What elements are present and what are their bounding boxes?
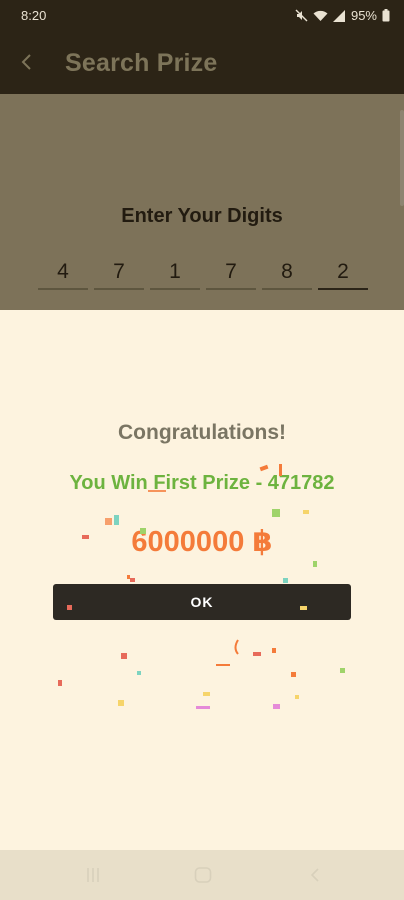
dialog-title: Congratulations! [118,421,286,444]
digit-field-6[interactable]: 2 [318,260,368,290]
recents-icon[interactable] [86,867,102,888]
prize-dialog: Congratulations! You Win First Prize - 4… [0,310,404,850]
digit-field-2[interactable]: 7 [94,260,144,290]
status-icons: 95% [295,8,390,23]
scrollbar[interactable] [400,110,404,206]
ok-button[interactable]: OK [53,584,351,620]
signal-icon [332,9,346,22]
digit-field-1[interactable]: 4 [38,260,88,290]
back-arrow-icon[interactable] [14,48,42,76]
prize-result-text: You Win First Prize - 471782 [69,472,335,494]
app-bar: Search Prize [0,30,404,94]
digit-field-4[interactable]: 7 [206,260,256,290]
mute-icon [295,9,308,22]
digit-field-5[interactable]: 8 [262,260,312,290]
system-nav-bar [0,850,404,900]
digit-field-3[interactable]: 1 [150,260,200,290]
prize-amount: 6000000 ฿ [131,526,273,558]
battery-text: 95% [350,8,377,23]
status-time: 8:20 [21,8,47,23]
page-title: Search Prize [65,49,218,77]
search-panel: Enter Your Digits 4 7 1 7 8 2 [0,94,404,310]
enter-digits-label: Enter Your Digits [121,205,283,227]
status-bar: 8:20 95% [0,0,404,30]
home-icon[interactable] [194,867,212,888]
wifi-icon [313,10,328,22]
nav-back-icon[interactable] [309,867,321,888]
battery-icon [382,9,390,22]
